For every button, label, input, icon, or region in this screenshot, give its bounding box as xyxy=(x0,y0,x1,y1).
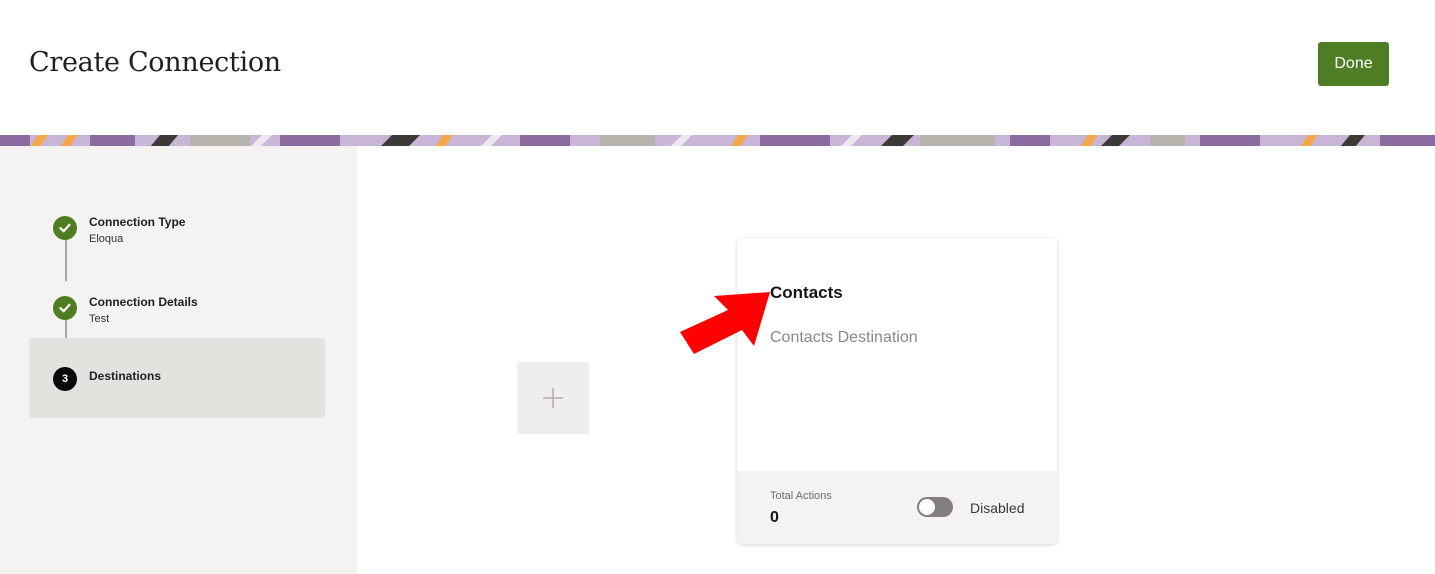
toggle-knob xyxy=(919,499,935,515)
step-subtitle: Eloqua xyxy=(89,233,124,245)
banner-pattern xyxy=(0,135,1435,146)
step-number-badge: 3 xyxy=(53,367,77,391)
plus-icon xyxy=(543,388,563,408)
destination-card-description: Contacts Destination xyxy=(770,329,918,346)
checkmark-icon xyxy=(53,296,77,320)
total-actions-label: Total Actions xyxy=(770,490,832,502)
page-header: Create Connection Done xyxy=(0,0,1435,134)
destination-card-footer: Total Actions 0 Disabled xyxy=(737,471,1057,544)
checkmark-icon xyxy=(53,216,77,240)
decorative-banner xyxy=(0,134,1435,146)
done-button[interactable]: Done xyxy=(1318,42,1389,86)
step-subtitle: Test xyxy=(89,313,110,325)
destination-card-contacts[interactable]: Contacts Contacts Destination Total Acti… xyxy=(737,238,1057,544)
step-connection-type[interactable]: Connection Type Eloqua xyxy=(29,198,325,278)
step-title: Destinations xyxy=(89,369,162,383)
step-destinations[interactable]: 3 Destinations xyxy=(29,338,325,418)
red-arrow-icon xyxy=(680,292,770,354)
enable-toggle[interactable] xyxy=(917,497,953,517)
destination-card-title: Contacts xyxy=(770,283,843,302)
add-destination-button[interactable] xyxy=(517,362,589,434)
step-title: Connection Type xyxy=(89,215,186,229)
page-title: Create Connection xyxy=(29,47,281,78)
step-title: Connection Details xyxy=(89,295,198,309)
wizard-sidebar: Connection Type Eloqua Connection Detail… xyxy=(0,146,357,574)
total-actions-value: 0 xyxy=(770,509,779,526)
toggle-state-label: Disabled xyxy=(970,500,1025,516)
